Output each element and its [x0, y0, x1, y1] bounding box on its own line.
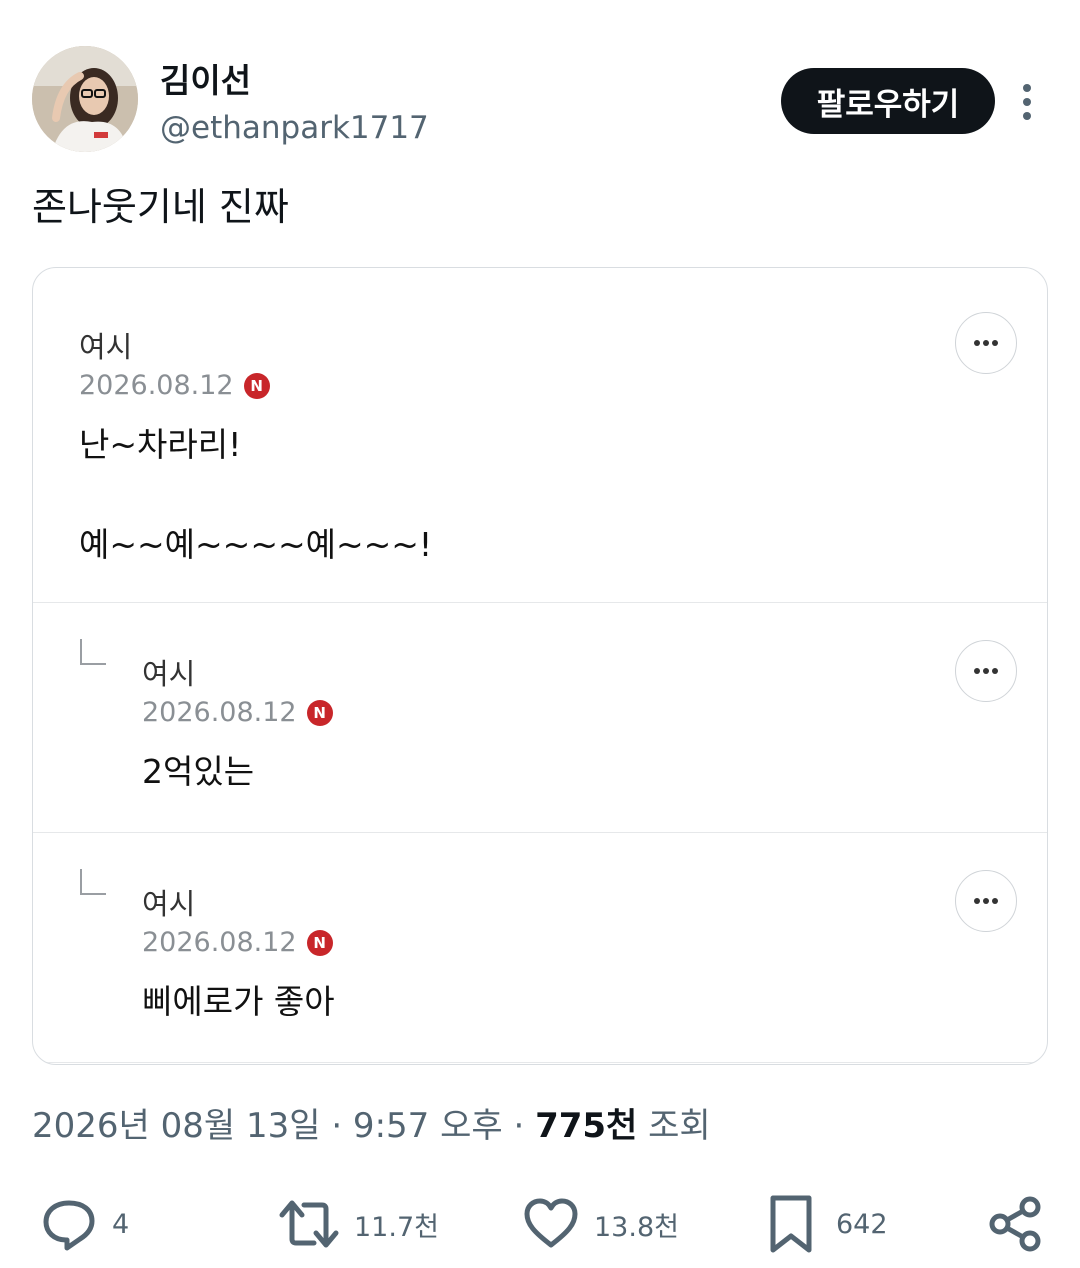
comment-body-line2: 예~~예~~~~예~~~! — [79, 525, 433, 564]
comment-author: 여시 — [142, 887, 196, 921]
comment-more-icon[interactable] — [955, 640, 1017, 702]
bookmark-count: 642 — [836, 1208, 888, 1240]
reply-button[interactable]: 4 — [40, 1180, 129, 1268]
view-label: 조회 — [637, 1106, 711, 1146]
comment-date: 2026.08.12 — [142, 697, 297, 728]
action-bar: 4 11.7천 13.8천 642 — [0, 1180, 1080, 1268]
reply-indicator-icon — [80, 639, 106, 665]
reply-comment-item: 여시 2026.08.12 N 삐에로가 좋아 — [33, 833, 1047, 1063]
new-badge: N — [306, 699, 333, 726]
like-button[interactable]: 13.8천 — [522, 1180, 679, 1268]
more-options-icon[interactable] — [1012, 82, 1042, 122]
reply-count: 4 — [112, 1208, 130, 1240]
post-header: 김이선 @ethanpark1717 팔로우하기 — [0, 0, 1080, 160]
comment-more-icon[interactable] — [955, 312, 1017, 374]
post-datetime[interactable]: 2026년 08월 13일 · 9:57 오후 · — [32, 1106, 535, 1146]
comment-date: 2026.08.12 — [79, 370, 234, 401]
comment-more-icon[interactable] — [955, 870, 1017, 932]
user-handle[interactable]: @ethanpark1717 — [160, 110, 429, 146]
reply-icon — [43, 1200, 95, 1251]
repost-count: 11.7천 — [354, 1211, 439, 1243]
avatar[interactable] — [32, 46, 138, 152]
comment-body: 삐에로가 좋아 — [142, 982, 335, 1021]
bookmark-button[interactable]: 642 — [766, 1180, 888, 1268]
repost-icon — [279, 1200, 339, 1248]
share-icon — [989, 1196, 1041, 1252]
new-badge: N — [306, 929, 333, 956]
comment-date-row: 2026.08.12 N — [79, 370, 270, 401]
view-count: 775천 — [535, 1106, 638, 1146]
embedded-image-card[interactable]: 여시 2026.08.12 N 난~차라리! 예~~예~~~~예~~~! 여시 … — [32, 267, 1048, 1065]
reply-indicator-icon — [80, 869, 106, 895]
comment-date: 2026.08.12 — [142, 927, 297, 958]
share-button[interactable] — [986, 1180, 1044, 1268]
heart-icon — [524, 1198, 578, 1248]
comment-body: 2억있는 — [142, 752, 255, 791]
like-count: 13.8천 — [594, 1211, 679, 1243]
follow-button[interactable]: 팔로우하기 — [781, 68, 995, 134]
comment-author: 여시 — [142, 657, 196, 691]
comment-body: 난~차라리! — [79, 425, 242, 464]
comment-date-row: 2026.08.12 N — [142, 927, 333, 958]
comment-author: 여시 — [79, 330, 133, 364]
post-meta: 2026년 08월 13일 · 9:57 오후 · 775천 조회 — [32, 1098, 711, 1147]
bookmark-icon — [770, 1195, 812, 1253]
new-badge: N — [243, 372, 270, 399]
comment-item: 여시 2026.08.12 N 난~차라리! 예~~예~~~~예~~~! — [33, 268, 1047, 603]
display-name[interactable]: 김이선 — [160, 54, 251, 102]
repost-button[interactable]: 11.7천 — [278, 1180, 439, 1268]
post-text: 존나웃기네 진짜 — [32, 185, 289, 229]
reply-comment-item: 여시 2026.08.12 N 2억있는 — [33, 603, 1047, 833]
comment-date-row: 2026.08.12 N — [142, 697, 333, 728]
